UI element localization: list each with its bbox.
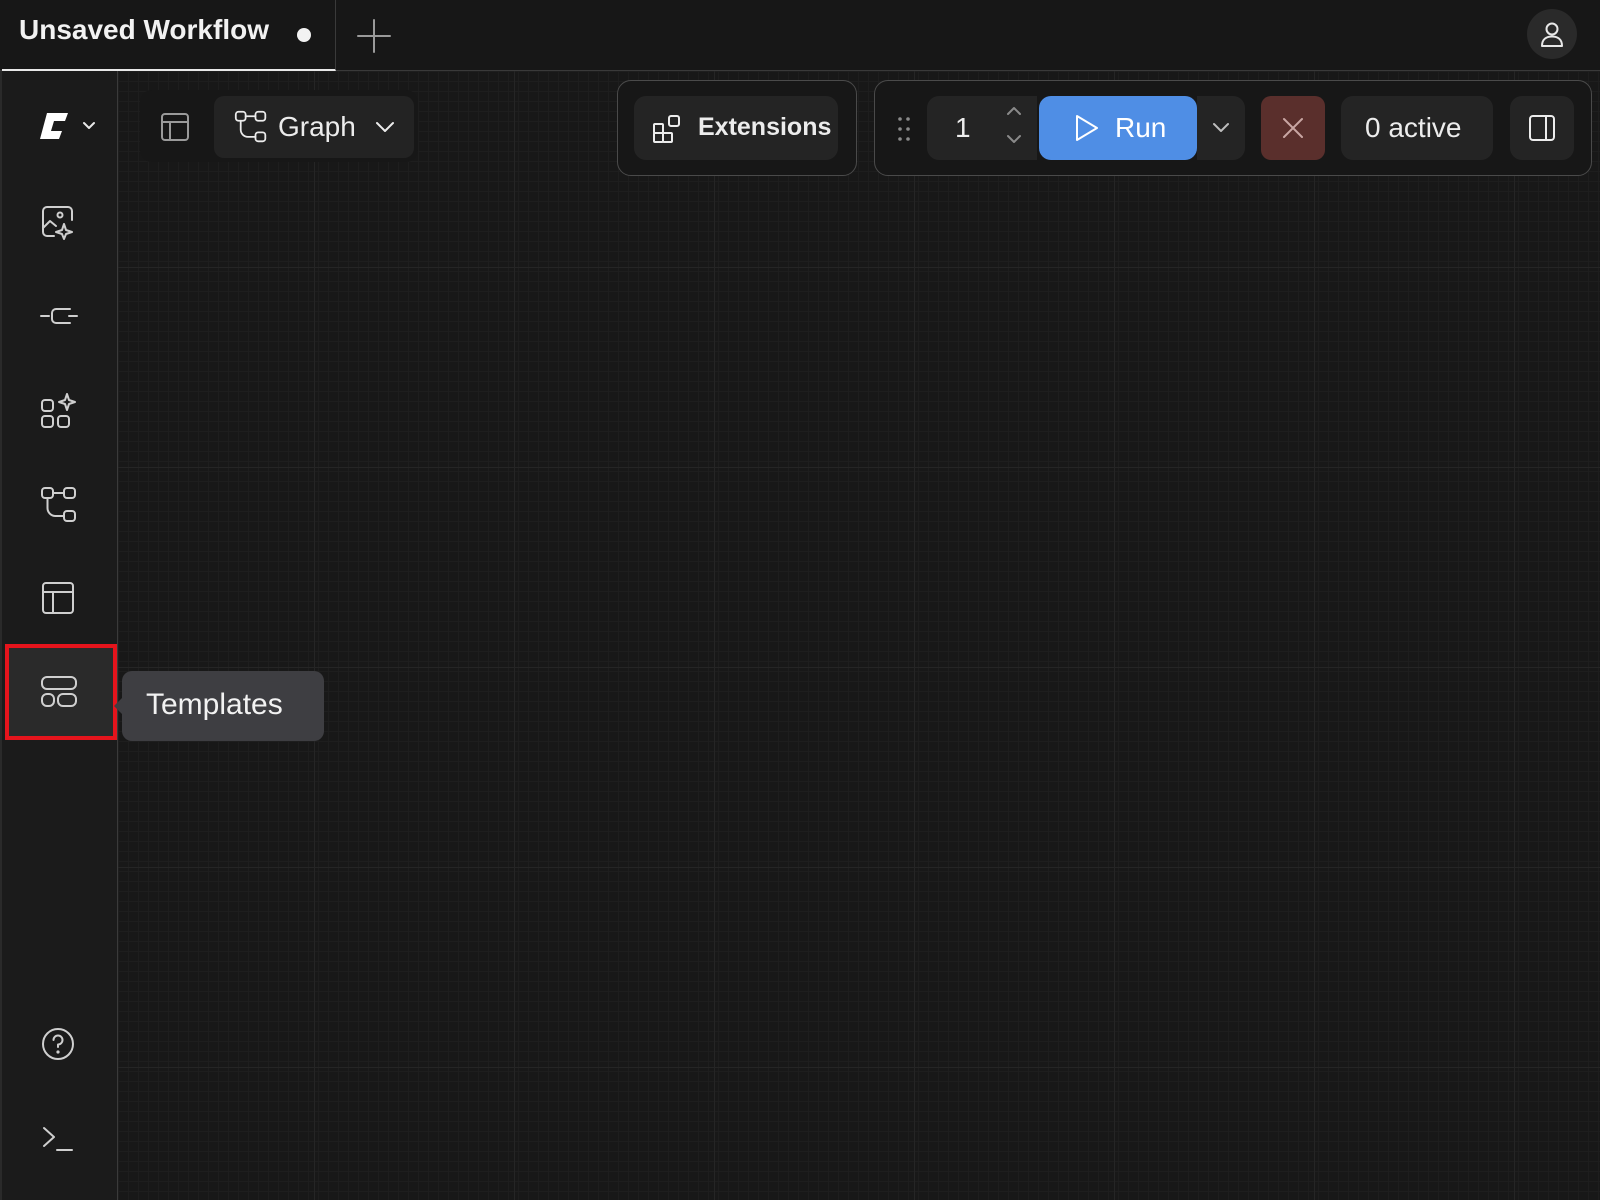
sidebar-item-node-library[interactable]	[5, 362, 117, 458]
templates-tooltip: Templates	[114, 671, 324, 741]
close-icon	[1283, 118, 1303, 138]
cancel-run-button[interactable]	[1261, 96, 1325, 160]
chevron-down-icon	[376, 122, 394, 132]
layout-panel-icon	[161, 113, 189, 141]
image-sparkle-icon	[42, 206, 73, 240]
sidebar-item-images[interactable]	[5, 174, 117, 270]
sidebar-item-terminal[interactable]	[5, 1090, 117, 1186]
terminal-icon	[43, 1127, 73, 1151]
drag-handle-icon[interactable]	[895, 115, 913, 145]
play-icon	[1076, 115, 1098, 141]
batch-count-value: 1	[955, 112, 971, 143]
run-button[interactable]: Run	[1039, 96, 1197, 160]
run-options-dropdown[interactable]	[1197, 96, 1245, 160]
sidebar-item-queue[interactable]	[5, 550, 117, 646]
sidebar-right-icon	[1529, 115, 1555, 141]
node-library-icon	[41, 393, 76, 428]
sidebar-item-help[interactable]	[5, 996, 117, 1092]
view-mode-label: Graph	[278, 111, 356, 142]
new-tab-button[interactable]	[352, 14, 396, 58]
comfy-logo-icon	[40, 113, 95, 139]
view-mode-dropdown[interactable]: Graph	[214, 96, 414, 158]
tab-bar: Unsaved Workflow	[0, 0, 1600, 71]
extensions-icon	[653, 115, 680, 143]
plus-icon	[357, 19, 391, 53]
workflows-icon	[41, 487, 76, 522]
queue-layout-icon	[42, 582, 74, 614]
model-library-icon	[40, 308, 78, 324]
chevron-down-icon	[1213, 123, 1229, 132]
sidebar	[0, 71, 118, 1200]
view-toolbar: Graph	[140, 90, 418, 162]
app-menu-button[interactable]	[38, 109, 110, 149]
toggle-panel-button[interactable]	[158, 110, 192, 144]
help-icon	[42, 1028, 74, 1060]
decrement-chevron-down-icon[interactable]	[1005, 132, 1023, 146]
graph-canvas[interactable]	[118, 71, 1600, 1200]
templates-icon	[41, 676, 77, 707]
graph-icon	[234, 110, 267, 143]
user-icon	[1541, 22, 1563, 47]
workflow-tab[interactable]: Unsaved Workflow	[2, 0, 336, 71]
extensions-toolbar: Extensions	[617, 80, 857, 176]
sidebar-item-templates[interactable]	[5, 644, 117, 740]
sidebar-item-models[interactable]	[5, 268, 117, 364]
toggle-right-panel-button[interactable]	[1510, 96, 1574, 160]
increment-chevron-up-icon[interactable]	[1005, 104, 1023, 118]
batch-count-input[interactable]: 1	[927, 96, 1037, 160]
run-label: Run	[1115, 112, 1167, 143]
unsaved-indicator-icon[interactable]	[297, 28, 311, 42]
active-count-label: 0 active	[1365, 112, 1462, 143]
extensions-label: Extensions	[698, 113, 832, 141]
user-account-button[interactable]	[1527, 9, 1577, 59]
tooltip-text: Templates	[146, 688, 283, 721]
run-toolbar: 1 Run 0 active	[874, 80, 1592, 176]
active-queue-button[interactable]: 0 active	[1341, 96, 1493, 160]
sidebar-item-workflows[interactable]	[5, 456, 117, 552]
extensions-button[interactable]: Extensions	[634, 96, 838, 160]
workflow-tab-title: Unsaved Workflow	[19, 14, 269, 45]
